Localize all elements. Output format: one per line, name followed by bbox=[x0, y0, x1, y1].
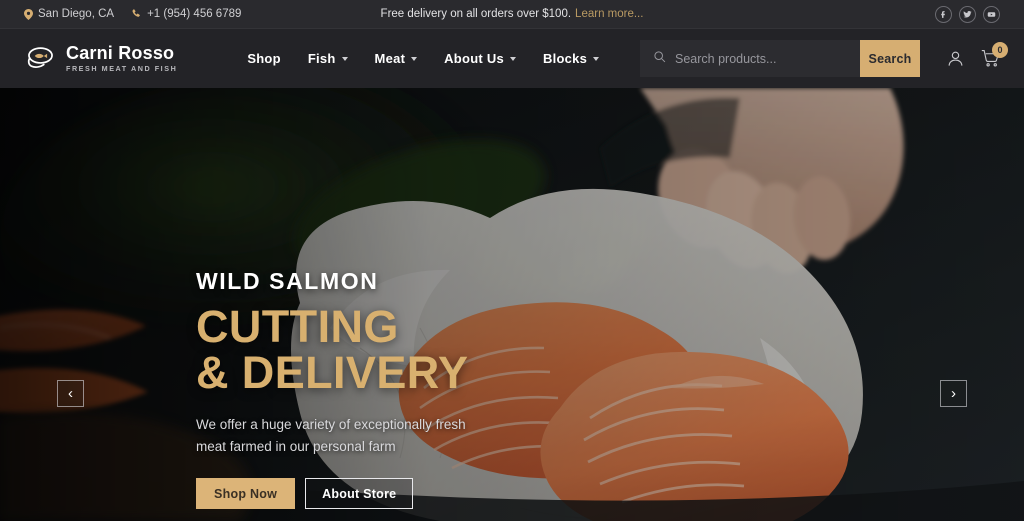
hero-description: We offer a huge variety of exceptionally… bbox=[196, 416, 466, 454]
fish-plate-icon bbox=[24, 44, 57, 72]
search-button[interactable]: Search bbox=[860, 40, 920, 77]
shop-now-button[interactable]: Shop Now bbox=[196, 478, 296, 510]
carousel-next-arrow[interactable]: › bbox=[940, 380, 967, 407]
search-field-wrap bbox=[640, 40, 860, 77]
social-links bbox=[935, 5, 1000, 23]
topbar-contact-group: San Diego, CA +1 (954) 456 6789 bbox=[24, 8, 241, 20]
hero-slide-content: WILD SALMON CUTTING & DELIVERY We offer … bbox=[196, 268, 616, 510]
search-input[interactable] bbox=[675, 51, 847, 66]
hero-kicker: WILD SALMON bbox=[196, 268, 379, 294]
promo-learn-more-link[interactable]: Learn more... bbox=[575, 8, 643, 20]
twitter-icon[interactable] bbox=[959, 5, 976, 23]
phone-icon bbox=[132, 9, 142, 19]
youtube-icon[interactable] bbox=[983, 5, 1000, 23]
top-announcement-bar: San Diego, CA +1 (954) 456 6789 Free del… bbox=[0, 0, 1024, 29]
site-header: Carni Rosso FRESH MEAT AND FISH Shop Fis… bbox=[0, 29, 1024, 88]
nav-label: Meat bbox=[374, 51, 406, 66]
carousel-prev-arrow[interactable]: ‹ bbox=[57, 380, 84, 407]
cart-count-badge: 0 bbox=[992, 42, 1008, 58]
header-search-area: Search 0 bbox=[640, 40, 1008, 77]
promo-text: Free delivery on all orders over $100. bbox=[380, 8, 572, 20]
nav-label: About Us bbox=[444, 51, 504, 66]
facebook-icon[interactable] bbox=[935, 5, 952, 23]
nav-label: Fish bbox=[307, 51, 336, 66]
hero-title-line-1: CUTTING bbox=[196, 301, 399, 352]
store-phone-text: +1 (954) 456 6789 bbox=[147, 8, 242, 20]
map-pin-icon bbox=[24, 8, 33, 20]
site-logo[interactable]: Carni Rosso FRESH MEAT AND FISH bbox=[24, 42, 178, 74]
chevron-down-icon bbox=[509, 57, 516, 61]
logo-tagline: FRESH MEAT AND FISH bbox=[66, 64, 178, 74]
store-phone[interactable]: +1 (954) 456 6789 bbox=[132, 8, 241, 20]
chevron-down-icon bbox=[411, 57, 418, 61]
about-store-button[interactable]: About Store bbox=[305, 478, 414, 510]
hero-title: CUTTING & DELIVERY bbox=[196, 301, 616, 399]
header-action-icons: 0 bbox=[946, 42, 1008, 68]
nav-label: Blocks bbox=[542, 51, 588, 66]
cart-icon[interactable]: 0 bbox=[981, 42, 1008, 68]
search-icon bbox=[653, 50, 666, 68]
chevron-down-icon bbox=[341, 57, 348, 61]
hero-slider: WILD SALMON CUTTING & DELIVERY We offer … bbox=[0, 88, 1024, 521]
main-navigation: Shop Fish Meat About Us Blocks bbox=[247, 51, 600, 66]
nav-item-blocks[interactable]: Blocks bbox=[542, 51, 600, 66]
product-search: Search bbox=[640, 40, 920, 77]
store-location-text: San Diego, CA bbox=[38, 8, 115, 20]
logo-name: Carni Rosso bbox=[66, 42, 175, 63]
store-location[interactable]: San Diego, CA bbox=[24, 8, 114, 20]
nav-item-shop[interactable]: Shop bbox=[247, 51, 281, 66]
account-icon[interactable] bbox=[946, 49, 965, 68]
nav-label: Shop bbox=[247, 51, 281, 66]
chevron-down-icon bbox=[593, 57, 600, 61]
nav-item-fish[interactable]: Fish bbox=[308, 51, 348, 66]
nav-item-about-us[interactable]: About Us bbox=[444, 51, 516, 66]
hero-title-line-2: & DELIVERY bbox=[196, 347, 469, 399]
nav-item-meat[interactable]: Meat bbox=[375, 51, 418, 66]
hero-buttons: Shop Now About Store bbox=[196, 478, 616, 510]
